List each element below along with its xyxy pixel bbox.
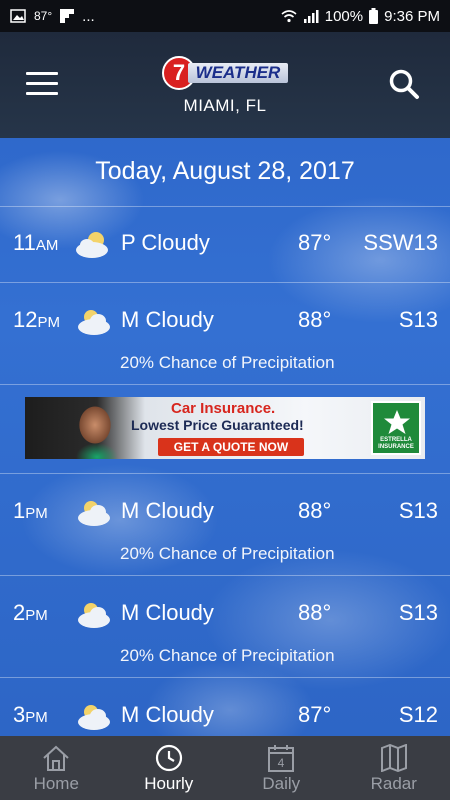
nav-label: Hourly bbox=[144, 774, 194, 793]
hour-time: 12PM bbox=[13, 307, 60, 332]
wind: S13 bbox=[398, 307, 438, 332]
precip-label: 20% Chance of Precipitation bbox=[120, 646, 335, 665]
hourly-row[interactable]: 12PM M Cloudy 88° S13 20% Chance of Prec… bbox=[0, 283, 450, 385]
clock-icon bbox=[155, 744, 182, 772]
nav-home[interactable]: Home bbox=[0, 736, 113, 800]
date-heading: Today, August 28, 2017 bbox=[0, 138, 450, 207]
ad-photo bbox=[65, 401, 127, 459]
star-icon bbox=[384, 410, 410, 434]
mostly-cloudy-icon bbox=[78, 501, 110, 526]
hourly-row[interactable]: 11AM P Cloudy 87° SSW13 bbox=[0, 206, 450, 283]
precip-label: 20% Chance of Precipitation bbox=[120, 353, 335, 372]
precip-label: 20% Chance of Precipitation bbox=[120, 544, 335, 563]
wind: S12 bbox=[398, 702, 438, 727]
wind: SSW13 bbox=[363, 230, 438, 255]
mostly-cloudy-icon bbox=[78, 705, 110, 730]
wind: S13 bbox=[398, 600, 438, 625]
ad-badge-text: ESTRELLA INSURANCE bbox=[378, 437, 414, 450]
hour-time: 11AM bbox=[13, 230, 59, 255]
status-bar: 87° ... 100% 9:36 PM bbox=[0, 0, 450, 32]
temperature: 87° bbox=[298, 702, 332, 727]
temperature: 87° bbox=[298, 230, 332, 255]
map-icon bbox=[380, 744, 407, 772]
ad-cta-button[interactable]: GET A QUOTE NOW bbox=[158, 438, 304, 456]
temperature: 88° bbox=[298, 600, 332, 625]
image-icon bbox=[10, 9, 26, 23]
mostly-cloudy-icon bbox=[78, 310, 110, 335]
battery-percent: 100% bbox=[324, 7, 364, 25]
nav-label: Daily bbox=[262, 774, 301, 793]
nav-daily[interactable]: 4 Daily bbox=[225, 736, 338, 800]
signal-icon bbox=[303, 10, 319, 23]
hourly-row[interactable]: 2PM M Cloudy 88° S13 20% Chance of Preci… bbox=[0, 576, 450, 678]
home-icon bbox=[43, 745, 69, 771]
logo-word: WEATHER bbox=[188, 63, 288, 83]
status-time: 9:36 PM bbox=[384, 7, 440, 25]
wind: S13 bbox=[398, 498, 438, 523]
nav-hourly[interactable]: Hourly bbox=[113, 736, 226, 800]
nav-label: Home bbox=[33, 774, 79, 793]
hour-time: 3PM bbox=[13, 702, 48, 727]
hour-time: 1PM bbox=[13, 498, 48, 523]
hourly-list: 11AM P Cloudy 87° SSW13 12PM M Cloudy 88… bbox=[0, 206, 450, 754]
hamburger-menu-icon[interactable] bbox=[26, 72, 58, 96]
ad-badge: ESTRELLA INSURANCE bbox=[371, 401, 421, 455]
calendar-icon: 4 bbox=[268, 745, 295, 772]
condition-label: M Cloudy bbox=[121, 498, 214, 523]
temperature: 88° bbox=[298, 498, 332, 523]
hourly-row[interactable]: 1PM M Cloudy 88° S13 20% Chance of Preci… bbox=[0, 474, 450, 576]
condition-label: P Cloudy bbox=[121, 230, 210, 255]
ad-row: Car Insurance. Lowest Price Guaranteed! … bbox=[0, 385, 450, 474]
calendar-badge: 4 bbox=[278, 756, 285, 770]
flipboard-icon bbox=[60, 9, 75, 23]
partly-cloudy-icon bbox=[76, 232, 108, 258]
battery-icon bbox=[369, 8, 379, 24]
condition-label: M Cloudy bbox=[121, 307, 214, 332]
search-icon[interactable] bbox=[388, 68, 420, 100]
mostly-cloudy-icon bbox=[78, 603, 110, 628]
condition-label: M Cloudy bbox=[121, 600, 214, 625]
condition-label: M Cloudy bbox=[121, 702, 214, 727]
nav-label: Radar bbox=[370, 774, 417, 793]
wifi-icon bbox=[281, 10, 297, 23]
app-header: 7 WEATHER MIAMI, FL bbox=[0, 32, 450, 138]
hour-time: 2PM bbox=[13, 600, 48, 625]
status-more: ... bbox=[82, 7, 95, 25]
status-temp: 87° bbox=[34, 9, 53, 23]
ad-banner[interactable]: Car Insurance. Lowest Price Guaranteed! … bbox=[25, 397, 425, 459]
ad-subtitle: Lowest Price Guaranteed! bbox=[131, 417, 304, 433]
location-label: MIAMI, FL bbox=[183, 96, 267, 115]
nav-radar[interactable]: Radar bbox=[338, 736, 450, 800]
app-logo: 7 WEATHER bbox=[162, 56, 290, 90]
bottom-nav: Home Hourly 4 Daily Radar bbox=[0, 736, 450, 800]
temperature: 88° bbox=[298, 307, 332, 332]
ad-title: Car Insurance. bbox=[171, 400, 276, 417]
